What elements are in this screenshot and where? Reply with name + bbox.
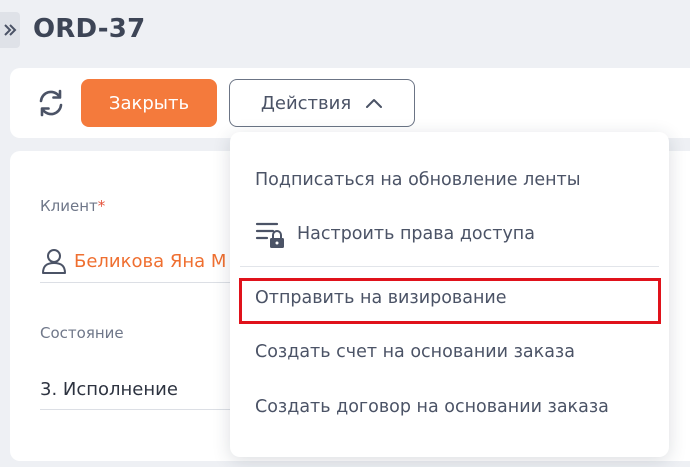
client-label-text: Клиент xyxy=(40,197,98,215)
access-rights-icon xyxy=(255,222,284,248)
actions-button-label: Действия xyxy=(260,92,352,114)
double-chevron-right-icon xyxy=(4,24,17,36)
close-button[interactable]: Закрыть xyxy=(81,79,217,127)
menu-divider xyxy=(240,266,659,267)
highlight-box xyxy=(239,278,661,324)
menu-item-label: Создать счет на основании заказа xyxy=(255,342,575,362)
user-icon xyxy=(42,249,66,274)
actions-menu: Подписаться на обновление ленты Настроит… xyxy=(230,132,669,457)
client-field[interactable]: Беликова Яна М xyxy=(40,247,226,275)
expand-sidebar-button[interactable] xyxy=(0,12,20,48)
client-field-label: Клиент* xyxy=(40,197,105,215)
page-title: ORD-37 xyxy=(33,14,146,44)
refresh-icon xyxy=(39,89,63,117)
state-field-value[interactable]: 3. Исполнение xyxy=(40,379,178,400)
refresh-button[interactable] xyxy=(34,86,68,120)
required-marker: * xyxy=(97,197,106,215)
state-field-divider xyxy=(40,409,240,410)
client-field-divider xyxy=(40,282,240,283)
order-page: ORD-37 Закрыть Действия Клиент* Беликова… xyxy=(0,0,690,467)
menu-item-label: Подписаться на обновление ленты xyxy=(255,170,581,190)
menu-item-label: Создать договор на основании заказа xyxy=(255,397,609,417)
menu-item-create-invoice[interactable]: Создать счет на основании заказа xyxy=(255,342,575,362)
menu-item-create-contract[interactable]: Создать договор на основании заказа xyxy=(255,397,609,417)
menu-item-access-rights[interactable]: Настроить права доступа xyxy=(255,218,535,250)
chevron-up-icon xyxy=(366,99,383,108)
menu-item-label: Настроить права доступа xyxy=(297,224,535,244)
client-link[interactable]: Беликова Яна М xyxy=(74,251,226,272)
state-field-label: Состояние xyxy=(40,324,124,342)
actions-dropdown-button[interactable]: Действия xyxy=(229,79,415,127)
menu-item-subscribe[interactable]: Подписаться на обновление ленты xyxy=(255,170,581,190)
toolbar: Закрыть Действия xyxy=(10,68,690,138)
